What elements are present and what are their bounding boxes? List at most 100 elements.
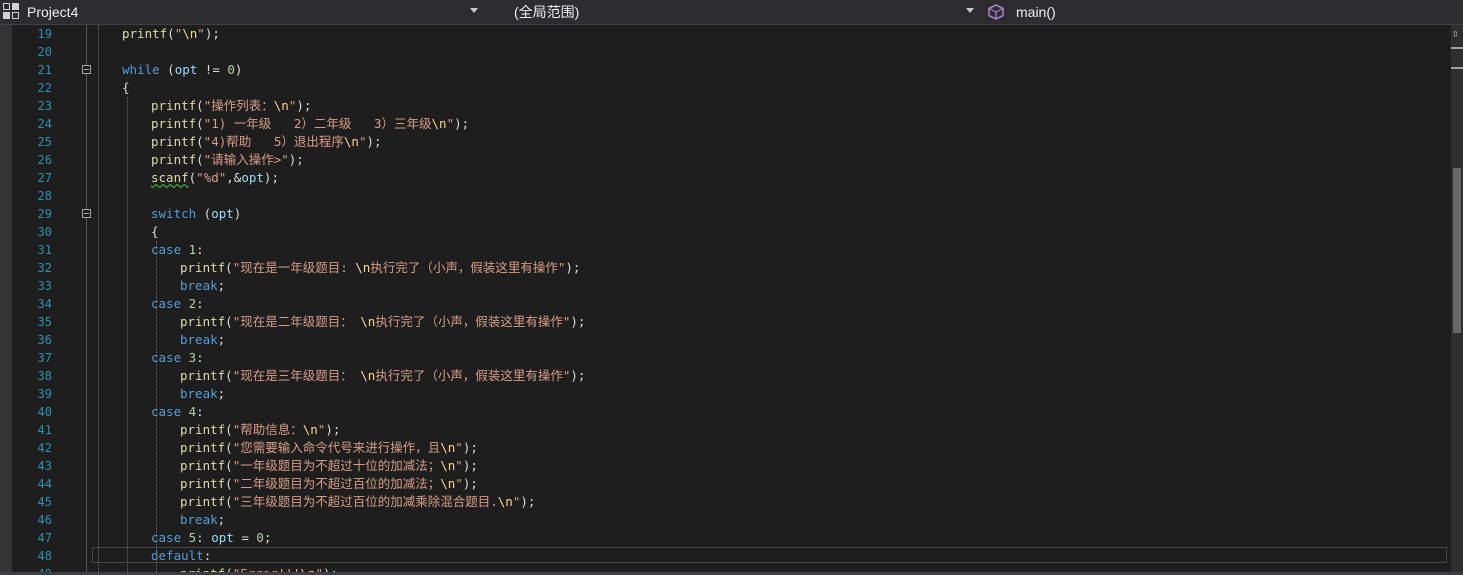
line-number: 20 xyxy=(37,45,52,59)
code-line: case 5: opt = 0; xyxy=(151,529,271,547)
code-token: break xyxy=(180,512,218,527)
line-number: 23 xyxy=(37,99,52,113)
code-token: ); xyxy=(462,476,478,491)
code-token: ); xyxy=(565,260,581,275)
code-token: : xyxy=(203,548,212,563)
cube-icon xyxy=(988,3,1004,20)
code-token: printf xyxy=(180,458,226,473)
code-token: printf xyxy=(180,314,226,329)
scroll-marker xyxy=(1451,67,1463,69)
code-token: : xyxy=(196,404,204,419)
line-number: 41 xyxy=(37,423,52,437)
code-token: \n xyxy=(440,476,456,491)
code-token: ; xyxy=(217,386,226,401)
code-token: opt xyxy=(211,206,234,221)
line-number: 32 xyxy=(37,261,52,275)
scrollbar-thumb[interactable] xyxy=(1453,168,1461,333)
code-token: printf xyxy=(180,260,226,275)
split-icon[interactable]: ⇳ xyxy=(1452,27,1459,40)
code-token: ); xyxy=(570,314,586,329)
code-token: ) xyxy=(234,62,243,77)
code-token: ( xyxy=(167,26,175,41)
code-token: 0 xyxy=(227,62,235,77)
line-number: 26 xyxy=(37,153,52,167)
line-number: 25 xyxy=(37,135,52,149)
code-token: \n xyxy=(431,116,447,131)
code-token: 0 xyxy=(256,530,264,545)
code-token: "%d" xyxy=(196,170,227,185)
code-token: ( xyxy=(196,206,212,221)
indent-guide xyxy=(98,25,99,575)
line-number: 33 xyxy=(37,279,52,293)
code-token: ; xyxy=(217,278,226,293)
code-token: printf xyxy=(122,26,168,41)
line-number: 19 xyxy=(37,27,52,41)
code-token: " xyxy=(455,458,463,473)
line-number: 42 xyxy=(37,441,52,455)
code-token: \n xyxy=(182,26,198,41)
code-token: \n xyxy=(360,314,376,329)
outline-margin xyxy=(86,25,87,575)
code-line: scanf("%d",&opt); xyxy=(151,169,279,187)
code-line: break; xyxy=(180,277,225,295)
code-token: " xyxy=(446,116,455,131)
line-number: 45 xyxy=(37,495,52,509)
code-token: printf xyxy=(180,494,226,509)
code-token: 执行完了（小声，假装这里有操作" xyxy=(370,260,566,275)
chevron-down-icon xyxy=(966,8,974,13)
code-line: break; xyxy=(180,511,225,529)
code-token: default xyxy=(151,548,204,563)
collapse-icon[interactable] xyxy=(82,209,91,218)
code-line: switch (opt) xyxy=(151,205,241,223)
code-token: "1) 一年级 2）二年级 3）三年级 xyxy=(203,116,432,131)
code-line: printf("现在是一年级题目: \n执行完了（小声，假装这里有操作"); xyxy=(180,259,580,277)
code-token: " xyxy=(455,440,463,455)
code-token: : xyxy=(196,350,204,365)
code-line: case 3: xyxy=(151,349,204,367)
code-token: "现在是一年级题目: xyxy=(232,260,356,275)
line-number: 44 xyxy=(37,477,52,491)
code-token: 执行完了（小声，假装这里有操作" xyxy=(375,368,571,383)
code-token: : xyxy=(196,296,204,311)
code-token: \n xyxy=(440,440,456,455)
code-token: \n xyxy=(440,458,456,473)
line-number: 38 xyxy=(37,369,52,383)
line-number: 22 xyxy=(37,81,52,95)
code-line: printf("三年级题目为不超过百位的加减乘除混合题目.\n"); xyxy=(180,493,535,511)
code-token: ( xyxy=(196,152,204,167)
code-line: printf("一年级题目为不超过十位的加减法；\n"); xyxy=(180,457,478,475)
project-icon xyxy=(3,2,21,21)
code-token: printf xyxy=(151,134,197,149)
code-token: break xyxy=(180,386,218,401)
line-number: 28 xyxy=(37,189,52,203)
line-number: 31 xyxy=(37,243,52,257)
line-number: 34 xyxy=(37,297,52,311)
code-token: printf xyxy=(151,152,197,167)
code-token: \n xyxy=(343,134,359,149)
code-token: ( xyxy=(196,134,204,149)
chevron-down-icon xyxy=(470,8,478,13)
code-line: { xyxy=(122,79,130,97)
code-token: ); xyxy=(520,494,536,509)
code-token: printf xyxy=(180,476,226,491)
member-dropdown[interactable]: main() xyxy=(984,0,1463,23)
project-dropdown[interactable]: Project4 xyxy=(0,0,484,23)
indent-guide xyxy=(127,97,128,575)
code-token: ( xyxy=(225,368,233,383)
code-line: printf("操作列表：\n"); xyxy=(151,97,311,115)
code-editor[interactable]: 19 20 21 22 23 24 25 26 27 28 29 30 31 32 33 34 35 36 37 38… xyxy=(0,25,1463,575)
code-token: printf xyxy=(151,116,197,131)
collapse-icon[interactable] xyxy=(82,65,91,74)
line-number: 48 xyxy=(37,549,52,563)
code-token: ; xyxy=(217,332,226,347)
line-number: 30 xyxy=(37,225,52,239)
code-token: scanf xyxy=(151,170,189,185)
code-token: ; xyxy=(263,530,272,545)
code-line: printf("现在是三年级题目： \n执行完了（小声，假装这里有操作"); xyxy=(180,367,585,385)
scope-dropdown[interactable]: (全局范围) xyxy=(488,0,980,23)
current-line-highlight xyxy=(92,547,1447,563)
